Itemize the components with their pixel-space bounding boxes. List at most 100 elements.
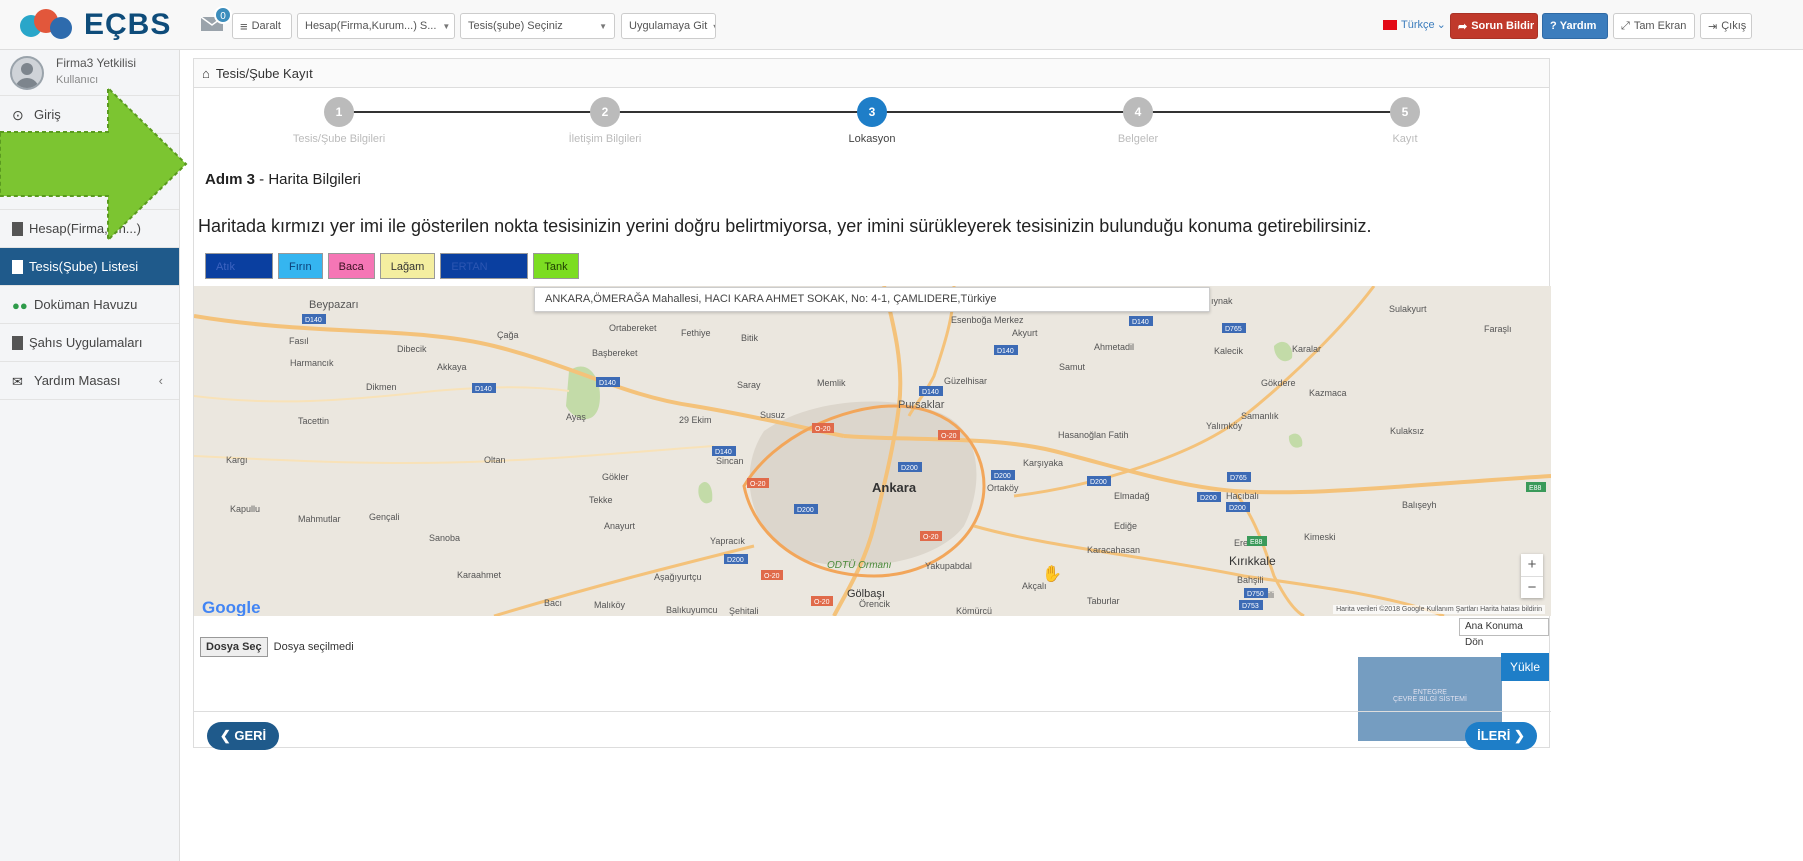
mail-button[interactable]: 0 [200,6,232,36]
svg-text:D140: D140 [1132,319,1149,326]
svg-text:O-20: O-20 [764,573,780,580]
map-place-label: Tekke [589,495,613,505]
file-status: Dosya seçilmedi [273,641,354,653]
wizard-step-1[interactable]: 1 Tesis/Şube Bilgileri [264,97,414,145]
zoom-out-button[interactable]: − [1521,576,1543,598]
wizard-step-4[interactable]: 4 Belgeler [1063,97,1213,145]
map-place-label: Karşıyaka [1023,458,1063,468]
map-place-label: Tacettin [298,416,329,426]
watermark-line: ÇEVRE BİLGİ SİSTEMİ [1393,696,1467,703]
app-logo[interactable]: EÇBS [20,8,171,42]
map-place-label: Memlik [817,378,846,388]
top-bar: EÇBS 0 ≡ Daralt Hesap(Firma,Kurum...) S.… [0,0,1803,50]
layer-button-chimney[interactable]: Baca [327,253,375,279]
map-place-label: Yapracık [710,536,745,546]
map-place-label: Kırıkkale [1229,554,1276,568]
road-shield: D200 [1197,492,1221,502]
map-attribution[interactable]: Harita verileri ©2018 Google Kullanım Şa… [1333,605,1545,614]
road-shield: O-20 [747,478,769,488]
svg-text:D753: D753 [1242,603,1259,610]
wizard-step-2[interactable]: 2 İletişim Bilgileri [530,97,680,145]
mail-count-badge: 0 [214,6,232,24]
panel-header: ⌂ Tesis/Şube Kayıt [194,59,1549,88]
account-select[interactable]: Hesap(Firma,Kurum...) S... ▼ [297,13,455,39]
address-search-input[interactable]: ANKARA,ÖMERAĞA Mahallesi, HACI KARA AHME… [534,287,1210,312]
location-map[interactable]: Beypazarı Ortabereket Fethiye Bitik Esen… [194,286,1551,616]
svg-text:D140: D140 [922,389,939,396]
map-place-label: Bahşili [1237,575,1264,585]
layer-button-waste-facility[interactable]: Atık Tesisi [205,253,273,299]
upload-button[interactable]: Yükle [1501,653,1549,681]
map-place-label: Ortaköy [987,483,1019,493]
svg-text:D200: D200 [1200,495,1217,502]
svg-text:E88: E88 [1250,539,1263,546]
sidebar-item-help-desk[interactable]: ✉ Yardım Masası ‹ [0,362,179,400]
map-place-label: ODTÜ Ormanı [827,559,892,571]
map-place-label: Taburlar [1087,596,1120,606]
caret-down-icon: ▼ [599,21,607,31]
app-goto-dropdown[interactable]: Uygulamaya Git ▾ [621,13,716,39]
road-shield: D140 [712,446,736,456]
road-shield: O-20 [920,531,942,541]
map-place-label: Fasıl [289,336,309,346]
next-button[interactable]: İLERİ ❯ [1465,722,1537,750]
wizard-step-3[interactable]: 3 Lokasyon [797,97,947,145]
map-place-label: Başbereket [592,348,638,358]
map-place-label: Kazmaca [1309,388,1347,398]
language-dropdown[interactable]: Türkçe ⌄ [1383,18,1446,31]
return-home-location-button[interactable]: Ana Konuma Dön [1459,618,1549,648]
layer-button-furnace[interactable]: Fırın [278,253,323,279]
map-place-label: Karacahasan [1087,545,1140,555]
map-place-label: Balıkuyumcu [666,605,718,615]
fullscreen-button[interactable]: ⤢ Tam Ekran [1613,13,1695,39]
back-button[interactable]: ❮ GERİ [207,722,279,750]
sidebar-item-document-pool[interactable]: ●● Doküman Havuzu [0,286,179,324]
zoom-control: + − [1521,554,1543,598]
file-upload-row: Dosya Seç Dosya seçilmedi [200,637,354,657]
road-shield: D140 [596,377,620,387]
zoom-in-button[interactable]: + [1521,554,1543,576]
collapse-button[interactable]: ≡ Daralt [232,13,292,39]
facility-select[interactable]: Tesis(şube) Seçiniz ▼ [460,13,615,39]
layer-button-tank[interactable]: Tank [533,253,579,279]
road-shield: D750 [1244,588,1268,598]
map-place-label: Samanlık [1241,411,1279,421]
sidebar-item-label: Tesis(Şube) Listesi [29,259,139,274]
map-place-label: Esenboğa Merkez [951,315,1024,325]
svg-text:O-20: O-20 [941,433,957,440]
step-number: 3 [857,97,887,127]
map-place-label: 29 Ekim [679,415,712,425]
map-place-label: Hasanoğlan Fatih [1058,430,1129,440]
svg-text:D200: D200 [994,473,1011,480]
step-number: 1 [324,97,354,127]
logout-button[interactable]: ⇥ Çıkış [1700,13,1752,39]
choose-file-button[interactable]: Dosya Seç [200,637,268,657]
wizard-steps: 1 Tesis/Şube Bilgileri 2 İletişim Bilgil… [194,89,1551,159]
report-issue-button[interactable]: ➦ Sorun Bildir [1450,13,1538,39]
road-shield: D200 [991,470,1015,480]
layer-button-ertan-object[interactable]: ERTAN CİSMİ [440,253,529,299]
map-place-label: Kulaksız [1390,426,1425,436]
google-logo: Google [202,598,261,616]
wizard-step-5[interactable]: 5 Kayıt [1330,97,1480,145]
map-place-label: Balışeyh [1402,500,1437,510]
map-place-label: Beypazarı [309,299,359,311]
map-place-label: Örencik [859,599,891,609]
map-place-label: Malıköy [594,600,626,610]
help-label: Yardım [1559,20,1597,32]
road-shield: D140 [472,383,496,393]
help-button[interactable]: ? Yardım [1542,13,1608,39]
svg-text:D140: D140 [997,348,1014,355]
facility-registration-panel: ⌂ Tesis/Şube Kayıt 1 Tesis/Şube Bilgiler… [193,58,1551,750]
road-shield: O-20 [812,423,834,433]
step-label: İletişim Bilgileri [568,133,642,145]
sidebar-item-facility-list[interactable]: Tesis(Şube) Listesi [0,248,179,286]
sidebar-item-personal-apps[interactable]: Şahıs Uygulamaları [0,324,179,362]
map-place-label: Samut [1059,362,1086,372]
road-shield: D140 [302,314,326,324]
layer-button-sewer[interactable]: Lağam [379,253,436,279]
map-place-label: ıynak [1211,296,1233,306]
map-place-label: Yalımköy [1206,421,1243,431]
road-shield: D765 [1222,323,1246,333]
user-name: Firma3 Yetkilisi [56,56,137,70]
